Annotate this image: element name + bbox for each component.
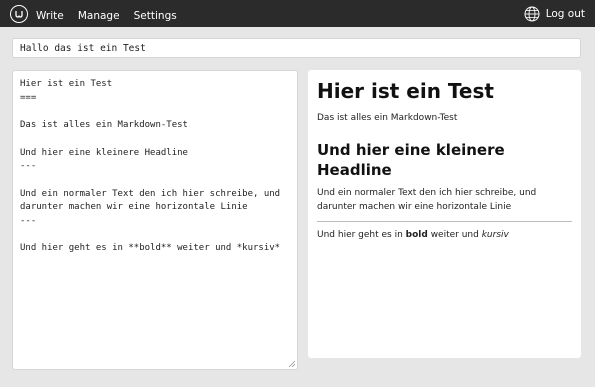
title-input[interactable] [12, 38, 581, 58]
nav-write[interactable]: Write [36, 10, 64, 22]
p3-mid-text: weiter und [427, 230, 482, 240]
main-nav: Write Manage Settings [36, 4, 186, 23]
italic-text: kursiv [481, 230, 509, 240]
top-navigation-bar: Write Manage Settings Log out [0, 0, 595, 27]
markdown-preview: Hier ist ein Test Das ist alles ein Mark… [308, 70, 581, 358]
nav-settings[interactable]: Settings [134, 10, 177, 22]
globe-icon[interactable] [524, 6, 540, 22]
nav-manage[interactable]: Manage [78, 10, 120, 22]
resize-grip-icon[interactable] [288, 360, 295, 367]
user-area: Log out [524, 6, 585, 22]
markdown-source[interactable]: Hier ist ein Test === Das ist alles ein … [20, 78, 290, 256]
preview-paragraph-1: Das ist alles ein Markdown-Test [317, 113, 458, 123]
markdown-editor[interactable]: Hier ist ein Test === Das ist alles ein … [12, 70, 298, 370]
preview-paragraph-2: Und ein normaler Text den ich hier schre… [317, 188, 537, 212]
p3-text: Und hier geht es in [317, 230, 406, 240]
preview-heading-2: Und hier eine kleinere Headline [317, 141, 505, 179]
preview-paragraph-3: Und hier geht es in bold weiter und kurs… [317, 228, 572, 242]
bold-text: bold [405, 230, 428, 240]
logout-link[interactable]: Log out [546, 8, 585, 20]
logo-icon[interactable] [10, 4, 28, 23]
horizontal-rule [317, 221, 572, 222]
preview-heading-1: Hier ist ein Test [317, 79, 494, 103]
